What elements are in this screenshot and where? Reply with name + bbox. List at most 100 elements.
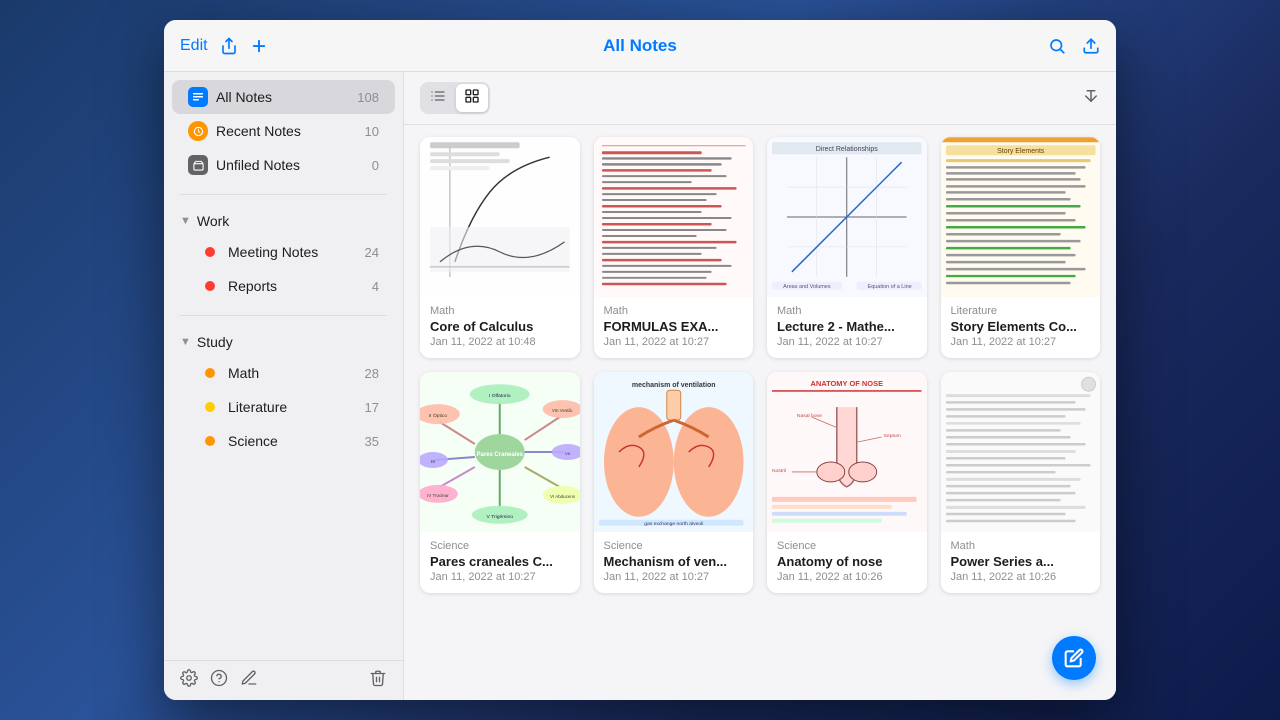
recent-notes-icon	[188, 121, 208, 141]
svg-text:Equation of a Line: Equation of a Line	[868, 284, 912, 290]
note-category-5: Science	[604, 540, 744, 552]
svg-text:Nasal bone: Nasal bone	[797, 413, 822, 419]
sidebar-footer	[164, 660, 403, 700]
note-thumbnail-2: Direct Relationships	[767, 137, 927, 297]
help-button[interactable]	[210, 669, 228, 692]
note-date-6: Jan 11, 2022 at 10:26	[777, 571, 917, 583]
note-title-3: Story Elements Co...	[951, 319, 1091, 334]
sidebar-group-study[interactable]: ▼ Study	[164, 328, 403, 356]
view-toggle	[420, 82, 490, 114]
note-title-2: Lecture 2 - Mathe...	[777, 319, 917, 334]
header: Edit All Notes	[164, 20, 1116, 72]
settings-button[interactable]	[180, 669, 198, 692]
sort-button[interactable]	[1082, 87, 1100, 110]
header-right	[860, 37, 1100, 55]
edit-button[interactable]: Edit	[180, 37, 208, 55]
export-button[interactable]	[1082, 37, 1100, 55]
note-thumbnail-4: Pares Craneales I Olfatorio II Óptico	[420, 372, 580, 532]
svg-text:ANATOMY OF NOSE: ANATOMY OF NOSE	[810, 379, 883, 388]
math-count: 28	[365, 366, 379, 381]
unfiled-notes-icon	[188, 155, 208, 175]
recent-notes-count: 10	[365, 124, 379, 139]
sidebar-item-unfiled-notes[interactable]: Unfiled Notes 0	[172, 148, 395, 182]
note-thumbnail-1	[594, 137, 754, 297]
note-thumbnail-3: Story Elements	[941, 137, 1101, 297]
reports-label: Reports	[228, 278, 364, 294]
note-date-1: Jan 11, 2022 at 10:27	[604, 336, 744, 348]
note-title-1: FORMULAS EXA...	[604, 319, 744, 334]
note-card-1[interactable]: Math FORMULAS EXA... Jan 11, 2022 at 10:…	[594, 137, 754, 358]
sidebar-item-literature[interactable]: Literature 17	[172, 390, 395, 424]
literature-dot-icon	[200, 397, 220, 417]
sidebar: All Notes 108 Recent Notes 10	[164, 72, 404, 700]
note-title-6: Anatomy of nose	[777, 554, 917, 569]
sidebar-item-all-notes[interactable]: All Notes 108	[172, 80, 395, 114]
note-date-7: Jan 11, 2022 at 10:26	[951, 571, 1091, 583]
sidebar-item-recent-notes[interactable]: Recent Notes 10	[172, 114, 395, 148]
search-button[interactable]	[1048, 37, 1066, 55]
note-card-2[interactable]: Direct Relationships	[767, 137, 927, 358]
svg-text:VII: VII	[565, 451, 570, 456]
note-thumbnail-5: mechanism of ventilation	[594, 372, 754, 532]
note-category-1: Math	[604, 305, 744, 317]
note-category-7: Math	[951, 540, 1091, 552]
header-left: Edit	[180, 37, 420, 55]
svg-text:VI Abducens: VI Abducens	[550, 494, 576, 499]
app-window: Edit All Notes	[164, 20, 1116, 700]
note-info-0: Math Core of Calculus Jan 11, 2022 at 10…	[420, 297, 580, 358]
svg-text:III: III	[431, 459, 435, 464]
sidebar-item-math[interactable]: Math 28	[172, 356, 395, 390]
work-chevron: ▼	[180, 215, 191, 227]
page-title: All Notes	[603, 36, 677, 55]
meeting-notes-label: Meeting Notes	[228, 244, 357, 260]
sidebar-item-science[interactable]: Science 35	[172, 424, 395, 458]
recent-notes-label: Recent Notes	[216, 123, 357, 139]
note-thumbnail-0	[420, 137, 580, 297]
sidebar-group-work[interactable]: ▼ Work	[164, 207, 403, 235]
note-date-2: Jan 11, 2022 at 10:27	[777, 336, 917, 348]
note-card-6[interactable]: ANATOMY OF NOSE Nasal bone Septum	[767, 372, 927, 593]
note-card-0[interactable]: Math Core of Calculus Jan 11, 2022 at 10…	[420, 137, 580, 358]
svg-text:II Óptico: II Óptico	[429, 412, 448, 419]
science-label: Science	[228, 433, 357, 449]
svg-text:V Trigémino: V Trigémino	[486, 514, 513, 520]
pen-button[interactable]	[240, 669, 258, 692]
note-category-4: Science	[430, 540, 570, 552]
note-card-4[interactable]: Pares Craneales I Olfatorio II Óptico	[420, 372, 580, 593]
literature-label: Literature	[228, 399, 357, 415]
note-card-5[interactable]: mechanism of ventilation	[594, 372, 754, 593]
study-label: Study	[197, 334, 233, 350]
note-info-5: Science Mechanism of ven... Jan 11, 2022…	[594, 532, 754, 593]
svg-text:mechanism of ventilation: mechanism of ventilation	[631, 382, 715, 389]
note-title-7: Power Series a...	[951, 554, 1091, 569]
trash-button[interactable]	[369, 669, 387, 692]
note-info-4: Science Pares craneales C... Jan 11, 202…	[420, 532, 580, 593]
note-card-3[interactable]: Story Elements	[941, 137, 1101, 358]
note-card-7[interactable]: Math Power Series a... Jan 11, 2022 at 1…	[941, 372, 1101, 593]
work-label: Work	[197, 213, 229, 229]
sidebar-item-reports[interactable]: Reports 4	[172, 269, 395, 303]
reports-dot-icon	[200, 276, 220, 296]
note-info-3: Literature Story Elements Co... Jan 11, …	[941, 297, 1101, 358]
all-notes-icon	[188, 87, 208, 107]
note-title-5: Mechanism of ven...	[604, 554, 744, 569]
notes-toolbar	[404, 72, 1116, 125]
note-date-0: Jan 11, 2022 at 10:48	[430, 336, 570, 348]
sidebar-section-work: ▼ Work Meeting Notes 24 Reports 4	[164, 199, 403, 311]
list-view-button[interactable]	[422, 84, 454, 112]
meeting-notes-dot-icon	[200, 242, 220, 262]
note-thumbnail-6: ANATOMY OF NOSE Nasal bone Septum	[767, 372, 927, 532]
grid-view-button[interactable]	[456, 84, 488, 112]
svg-text:Areas and Volumes: Areas and Volumes	[783, 284, 831, 290]
sidebar-item-meeting-notes[interactable]: Meeting Notes 24	[172, 235, 395, 269]
svg-text:Septum: Septum	[884, 433, 901, 439]
all-notes-label: All Notes	[216, 89, 349, 105]
share-button[interactable]	[220, 37, 238, 55]
compose-fab-button[interactable]	[1052, 636, 1096, 680]
notes-grid: Math Core of Calculus Jan 11, 2022 at 10…	[404, 125, 1116, 700]
study-chevron: ▼	[180, 336, 191, 348]
add-button[interactable]	[250, 37, 268, 55]
note-date-4: Jan 11, 2022 at 10:27	[430, 571, 570, 583]
note-title-0: Core of Calculus	[430, 319, 570, 334]
note-category-0: Math	[430, 305, 570, 317]
